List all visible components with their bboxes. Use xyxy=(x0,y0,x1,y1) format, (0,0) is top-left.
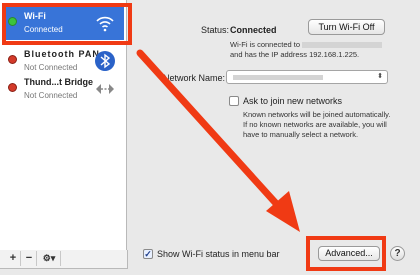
ask-join-help-line2: If no known networks are available, you … xyxy=(243,120,387,129)
service-list-toolbar: + − ⚙▾ xyxy=(0,250,128,269)
ask-join-help-line1: Known networks will be joined automatica… xyxy=(243,110,391,119)
action-menu-button[interactable]: ⚙▾ xyxy=(38,251,61,266)
bluetooth-icon xyxy=(95,51,115,71)
network-name-label: Network Name: xyxy=(163,73,226,83)
network-name-redacted xyxy=(233,75,323,80)
service-status: Not Connected xyxy=(24,91,78,100)
turn-wifi-off-button[interactable]: Turn Wi-Fi Off xyxy=(308,19,385,35)
status-value: Connected xyxy=(230,25,277,35)
service-item-thunderbolt-bridge[interactable]: Thund...t Bridge Not Connected xyxy=(2,72,124,106)
status-dot-not-connected xyxy=(8,83,17,92)
network-name-select[interactable]: ⬍ xyxy=(226,70,388,84)
ask-join-label[interactable]: Ask to join new networks xyxy=(243,96,342,106)
chevron-updown-icon: ⬍ xyxy=(377,73,383,80)
show-status-checkbox[interactable]: ✓ xyxy=(143,249,153,259)
status-dot-not-connected xyxy=(8,55,17,64)
thunderbolt-bridge-icon xyxy=(96,84,114,94)
ask-join-checkbox[interactable] xyxy=(229,96,239,106)
highlight-wifi-box xyxy=(2,3,132,45)
ask-join-help-line3: have to manually select a network. xyxy=(243,130,359,139)
arrow-head xyxy=(266,191,300,232)
status-detail-prefix: Wi-Fi is connected to xyxy=(230,40,301,49)
service-name: Bluetooth PAN xyxy=(24,49,100,59)
add-service-button[interactable]: + xyxy=(6,251,21,266)
service-status: Not Connected xyxy=(24,63,78,72)
service-name: Thund...t Bridge xyxy=(24,77,93,87)
status-detail-line2: and has the IP address 192.168.1.225. xyxy=(230,50,360,59)
network-name-redacted xyxy=(302,42,383,49)
checkmark-icon: ✓ xyxy=(144,249,152,259)
show-status-label[interactable]: Show Wi-Fi status in menu bar xyxy=(157,249,280,259)
remove-service-button[interactable]: − xyxy=(22,251,37,266)
help-button[interactable]: ? xyxy=(390,246,405,261)
highlight-advanced-box xyxy=(306,236,386,271)
status-label: Status: xyxy=(201,25,230,35)
status-detail-line1: Wi-Fi is connected to xyxy=(230,40,383,50)
